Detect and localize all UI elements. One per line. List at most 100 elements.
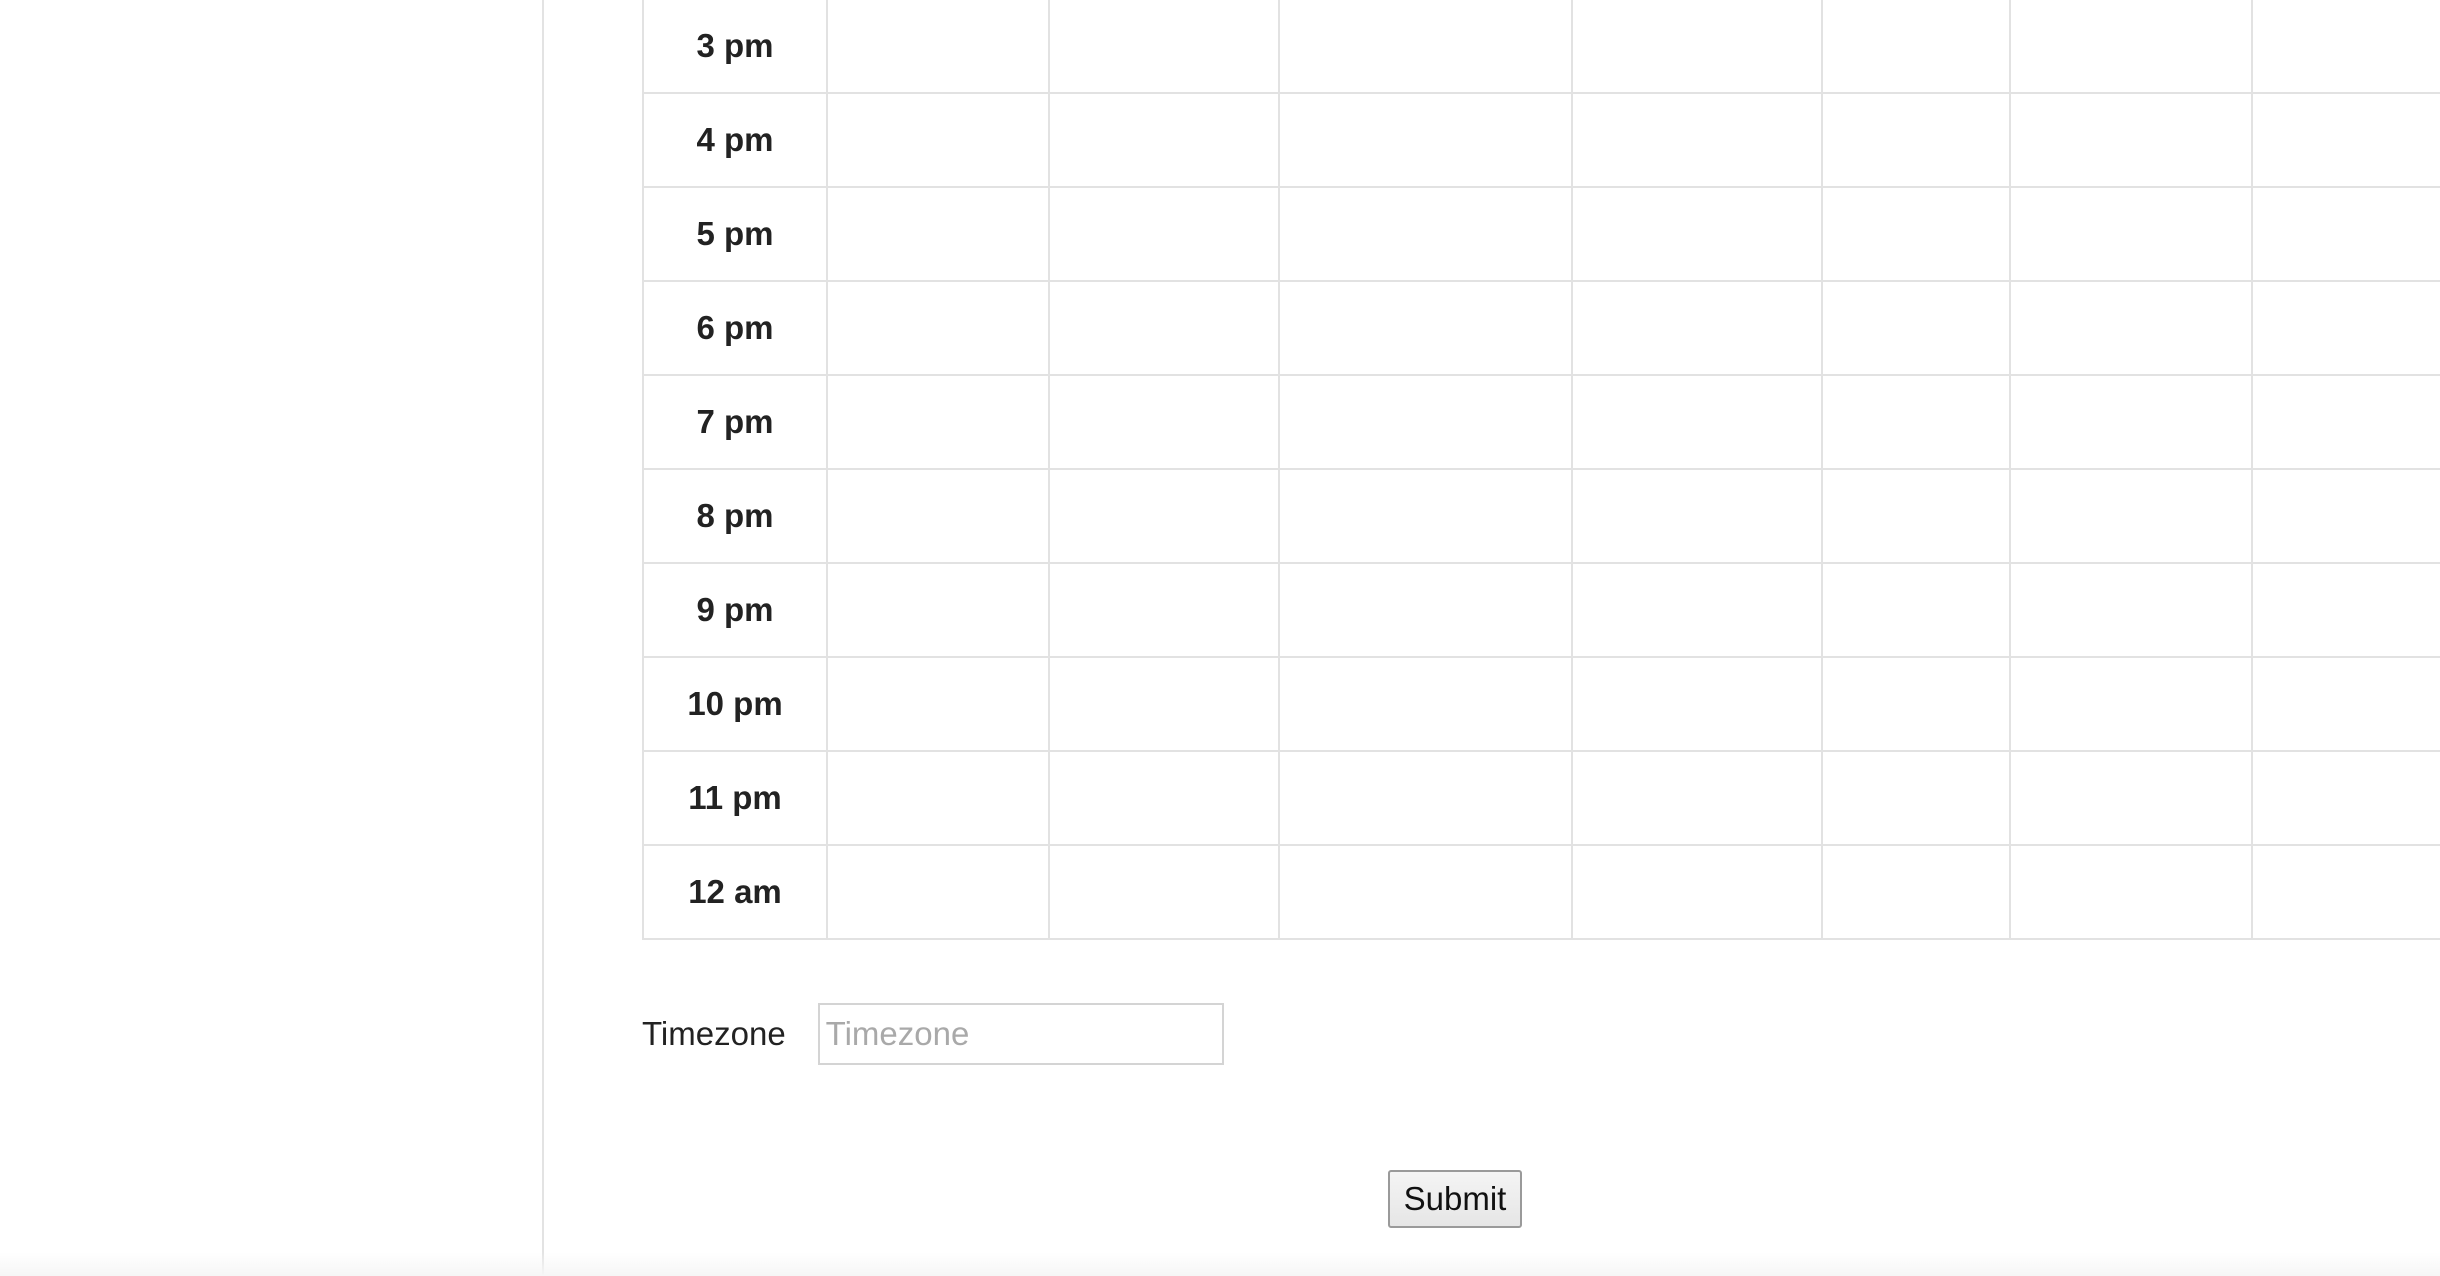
availability-slot-cell[interactable] <box>826 92 1050 188</box>
table-row: 8 pm <box>642 468 2440 564</box>
time-label: 10 pm <box>642 656 828 752</box>
availability-slot-cell[interactable] <box>826 562 1050 658</box>
availability-slot-cell[interactable] <box>1571 92 1823 188</box>
left-sidebar-panel <box>0 0 544 1276</box>
time-label: 6 pm <box>642 280 828 376</box>
page: 3 pm 4 pm 5 pm 6 pm 7 pm 8 pm 9 pm 10 pm 11 pm 12… <box>0 0 2440 1276</box>
availability-slot-cell[interactable] <box>1278 0 1573 94</box>
availability-slot-cell[interactable] <box>1571 0 1823 94</box>
availability-slot-cell[interactable] <box>1821 374 2011 470</box>
table-row: 9 pm <box>642 562 2440 658</box>
availability-slot-cell[interactable] <box>2009 186 2253 282</box>
availability-slot-cell[interactable] <box>1048 844 1280 940</box>
availability-slot-cell[interactable] <box>1821 750 2011 846</box>
time-label: 9 pm <box>642 562 828 658</box>
bottom-edge-shade <box>0 1252 2440 1276</box>
availability-slot-cell[interactable] <box>2251 750 2440 846</box>
availability-slot-cell[interactable] <box>1048 186 1280 282</box>
table-row: 6 pm <box>642 280 2440 376</box>
time-label: 7 pm <box>642 374 828 470</box>
availability-slot-cell[interactable] <box>1048 562 1280 658</box>
availability-slot-cell[interactable] <box>1048 374 1280 470</box>
table-row: 4 pm <box>642 92 2440 188</box>
availability-slot-cell[interactable] <box>2251 0 2440 94</box>
availability-slot-cell[interactable] <box>1821 280 2011 376</box>
availability-slot-cell[interactable] <box>1571 750 1823 846</box>
availability-slot-cell[interactable] <box>1048 468 1280 564</box>
availability-slot-cell[interactable] <box>1278 750 1573 846</box>
availability-slot-cell[interactable] <box>2251 562 2440 658</box>
availability-slot-cell[interactable] <box>2251 280 2440 376</box>
availability-slot-cell[interactable] <box>1571 468 1823 564</box>
availability-slot-cell[interactable] <box>826 656 1050 752</box>
timezone-label: Timezone <box>642 1015 786 1052</box>
availability-slot-cell[interactable] <box>1048 750 1280 846</box>
timezone-input[interactable] <box>817 1003 1224 1065</box>
availability-slot-cell[interactable] <box>2009 750 2253 846</box>
availability-slot-cell[interactable] <box>1571 280 1823 376</box>
availability-slot-cell[interactable] <box>1278 280 1573 376</box>
time-label: 4 pm <box>642 92 828 188</box>
availability-slot-cell[interactable] <box>1048 656 1280 752</box>
availability-grid: 3 pm 4 pm 5 pm 6 pm 7 pm 8 pm 9 pm 10 pm 11 pm 12… <box>642 0 2440 940</box>
availability-slot-cell[interactable] <box>826 844 1050 940</box>
availability-slot-cell[interactable] <box>2009 0 2253 94</box>
availability-slot-cell[interactable] <box>826 468 1050 564</box>
availability-slot-cell[interactable] <box>1048 92 1280 188</box>
availability-slot-cell[interactable] <box>1821 92 2011 188</box>
availability-slot-cell[interactable] <box>1048 280 1280 376</box>
availability-grid-container: 3 pm 4 pm 5 pm 6 pm 7 pm 8 pm 9 pm 10 pm 11 pm 12… <box>642 0 2440 940</box>
availability-slot-cell[interactable] <box>1571 374 1823 470</box>
availability-slot-cell[interactable] <box>1821 562 2011 658</box>
time-label: 5 pm <box>642 186 828 282</box>
table-row: 7 pm <box>642 374 2440 470</box>
submit-button[interactable]: Submit <box>1388 1170 1522 1228</box>
time-label: 11 pm <box>642 750 828 846</box>
availability-slot-cell[interactable] <box>1821 186 2011 282</box>
availability-slot-cell[interactable] <box>1821 656 2011 752</box>
availability-slot-cell[interactable] <box>1278 844 1573 940</box>
time-label: 12 am <box>642 844 828 940</box>
table-row: 12 am <box>642 844 2440 940</box>
availability-slot-cell[interactable] <box>1821 468 2011 564</box>
table-row: 5 pm <box>642 186 2440 282</box>
availability-slot-cell[interactable] <box>1278 186 1573 282</box>
availability-slot-cell[interactable] <box>2009 374 2253 470</box>
availability-slot-cell[interactable] <box>826 750 1050 846</box>
timezone-row: Timezone <box>642 1002 1224 1066</box>
availability-slot-cell[interactable] <box>2251 468 2440 564</box>
availability-slot-cell[interactable] <box>2009 280 2253 376</box>
availability-slot-cell[interactable] <box>826 280 1050 376</box>
availability-slot-cell[interactable] <box>2251 186 2440 282</box>
availability-slot-cell[interactable] <box>2251 374 2440 470</box>
availability-slot-cell[interactable] <box>1278 374 1573 470</box>
table-row: 11 pm <box>642 750 2440 846</box>
time-label: 3 pm <box>642 0 828 94</box>
availability-slot-cell[interactable] <box>826 374 1050 470</box>
availability-slot-cell[interactable] <box>1571 656 1823 752</box>
availability-slot-cell[interactable] <box>1048 0 1280 94</box>
availability-slot-cell[interactable] <box>2009 844 2253 940</box>
availability-slot-cell[interactable] <box>2009 656 2253 752</box>
availability-slot-cell[interactable] <box>1278 92 1573 188</box>
availability-slot-cell[interactable] <box>1571 844 1823 940</box>
availability-slot-cell[interactable] <box>1821 0 2011 94</box>
availability-slot-cell[interactable] <box>1278 656 1573 752</box>
availability-slot-cell[interactable] <box>1571 186 1823 282</box>
availability-slot-cell[interactable] <box>2251 656 2440 752</box>
availability-slot-cell[interactable] <box>1278 562 1573 658</box>
availability-slot-cell[interactable] <box>1278 468 1573 564</box>
availability-slot-cell[interactable] <box>826 0 1050 94</box>
table-row: 10 pm <box>642 656 2440 752</box>
availability-slot-cell[interactable] <box>2251 844 2440 940</box>
availability-slot-cell[interactable] <box>1571 562 1823 658</box>
availability-slot-cell[interactable] <box>2009 468 2253 564</box>
availability-grid-body: 3 pm 4 pm 5 pm 6 pm 7 pm 8 pm 9 pm 10 pm 11 pm 12… <box>642 0 2440 940</box>
time-label: 8 pm <box>642 468 828 564</box>
availability-slot-cell[interactable] <box>1821 844 2011 940</box>
availability-slot-cell[interactable] <box>2251 92 2440 188</box>
availability-slot-cell[interactable] <box>826 186 1050 282</box>
availability-slot-cell[interactable] <box>2009 92 2253 188</box>
table-row: 3 pm <box>642 0 2440 94</box>
availability-slot-cell[interactable] <box>2009 562 2253 658</box>
